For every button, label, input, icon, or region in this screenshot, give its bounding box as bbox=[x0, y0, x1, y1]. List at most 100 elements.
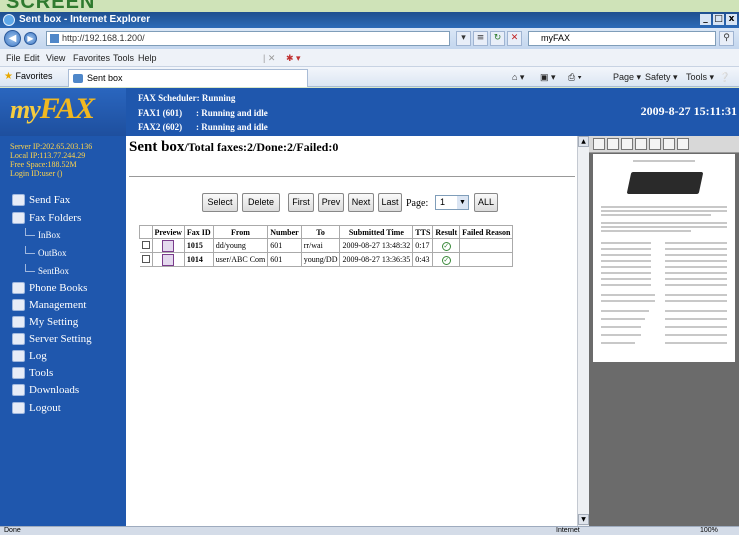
sidebar-item-fax-folders[interactable]: Fax Folders bbox=[0, 210, 126, 226]
column-header: Fax ID bbox=[183, 225, 214, 239]
preview-icon[interactable] bbox=[162, 253, 175, 266]
phone-book-icon bbox=[12, 282, 25, 294]
address-bar[interactable]: http://192.168.1.200/ bbox=[46, 31, 450, 46]
menu-help[interactable]: Help bbox=[138, 53, 157, 63]
menu-favorites[interactable]: Favorites bbox=[73, 53, 110, 63]
sidebar-item-my-setting[interactable]: My Setting bbox=[0, 314, 126, 330]
tools-menu[interactable]: Tools ▾ bbox=[686, 72, 714, 83]
maximize-button[interactable]: □ bbox=[713, 14, 724, 25]
safety-menu[interactable]: Safety ▾ bbox=[645, 72, 678, 83]
favorites-button[interactable]: ★ Favorites bbox=[4, 71, 53, 82]
zoom-icon[interactable] bbox=[649, 138, 661, 150]
stop-icon[interactable]: ✕ bbox=[507, 31, 522, 46]
addon-icon[interactable]: ✱ ▾ bbox=[286, 53, 301, 64]
preview-toolbar bbox=[589, 136, 739, 153]
home-icon[interactable]: ⌂ ▾ bbox=[512, 72, 524, 83]
hand-tool-icon[interactable] bbox=[663, 138, 675, 150]
sidebar-item-outbox[interactable]: OutBox bbox=[0, 246, 126, 260]
sidebar-item-management[interactable]: Management bbox=[0, 297, 126, 313]
menu-file[interactable]: File bbox=[6, 53, 21, 63]
sidebar-item-tools[interactable]: Tools bbox=[0, 365, 126, 381]
search-icon[interactable]: ⚲ bbox=[719, 31, 734, 46]
select-button[interactable]: Select bbox=[202, 193, 238, 212]
column-header-select bbox=[139, 225, 153, 239]
divider bbox=[129, 176, 575, 177]
prev-button[interactable]: Prev bbox=[318, 193, 344, 212]
sidebar-item-phone-books[interactable]: Phone Books bbox=[0, 280, 126, 296]
column-header: From bbox=[212, 225, 269, 239]
sidebar-item-server-setting[interactable]: Server Setting bbox=[0, 331, 126, 347]
paste-icon[interactable] bbox=[635, 138, 647, 150]
doc-line bbox=[601, 254, 651, 256]
doc-line bbox=[665, 284, 727, 286]
compatibility-icon[interactable]: ≡ bbox=[473, 31, 488, 46]
doc-line bbox=[601, 266, 651, 268]
first-button[interactable]: First bbox=[288, 193, 314, 212]
refresh-icon[interactable]: ↻ bbox=[490, 31, 505, 46]
page-menu[interactable]: Page ▾ bbox=[613, 72, 641, 83]
scroll-down-button[interactable]: ▼ bbox=[578, 514, 589, 525]
doc-line bbox=[665, 318, 727, 320]
help-icon[interactable]: ❔ bbox=[719, 72, 730, 83]
page-select[interactable]: 1 ▼ bbox=[435, 195, 469, 210]
doc-line bbox=[665, 294, 727, 296]
tree-connector bbox=[25, 228, 35, 236]
print-preview-icon[interactable] bbox=[593, 138, 605, 150]
menu-edit[interactable]: Edit bbox=[24, 53, 40, 63]
screen-banner: SCREEN bbox=[0, 0, 739, 12]
all-button[interactable]: ALL bbox=[474, 193, 498, 212]
feeds-icon[interactable]: ▣ ▾ bbox=[540, 72, 556, 83]
preview-cell bbox=[151, 252, 185, 267]
sidebar-item-label: Management bbox=[29, 299, 87, 311]
chevron-down-icon: ▼ bbox=[457, 196, 468, 209]
zoom-level[interactable]: 100% bbox=[700, 527, 718, 534]
myfax-logo: myFAX bbox=[0, 88, 126, 136]
status-header: FAX Scheduler: Running FAX1 (601) : Runn… bbox=[126, 88, 739, 136]
from-cell: user/ABC Com bbox=[212, 252, 269, 267]
next-button[interactable]: Next bbox=[348, 193, 374, 212]
send-fax-icon bbox=[12, 194, 25, 206]
preview-icon[interactable] bbox=[162, 239, 175, 252]
local-ip: Local IP:113.77.244.29 bbox=[10, 151, 86, 160]
scroll-up-button[interactable]: ▲ bbox=[578, 136, 589, 147]
row-checkbox[interactable] bbox=[141, 240, 150, 249]
print-icon[interactable]: ⎙ ▾ bbox=[568, 72, 581, 83]
rotate-icon[interactable] bbox=[677, 138, 689, 150]
sidebar-item-label: Tools bbox=[29, 367, 54, 379]
row-checkbox[interactable] bbox=[141, 254, 150, 263]
from-cell: dd/young bbox=[212, 238, 269, 253]
doc-line bbox=[665, 260, 727, 262]
main-scrollbar[interactable]: ▲ ▼ bbox=[577, 136, 589, 526]
last-button[interactable]: Last bbox=[378, 193, 402, 212]
server-clock: 2009-8-27 15:11:31 bbox=[640, 104, 737, 118]
logo-my: my bbox=[10, 95, 41, 124]
fax-preview-panel bbox=[589, 136, 739, 526]
copy-icon[interactable] bbox=[621, 138, 633, 150]
delete-button[interactable]: Delete bbox=[242, 193, 280, 212]
fax2-label: FAX2 (602) bbox=[138, 122, 183, 132]
address-dropdown-button[interactable]: ▾ bbox=[456, 31, 471, 46]
sidebar-item-downloads[interactable]: Downloads bbox=[0, 382, 126, 398]
sidebar-item-log[interactable]: Log bbox=[0, 348, 126, 364]
doc-line bbox=[665, 266, 727, 268]
sidebar-item-label: InBox bbox=[38, 230, 61, 240]
sidebar-item-send-fax[interactable]: Send Fax bbox=[0, 192, 126, 208]
save-icon[interactable] bbox=[607, 138, 619, 150]
sidebar-item-logout[interactable]: Logout bbox=[0, 400, 126, 416]
tab-sent-box[interactable]: Sent box bbox=[68, 69, 308, 87]
close-tab-icon[interactable]: | ✕ bbox=[263, 53, 275, 64]
forward-button[interactable]: ▶ bbox=[24, 32, 37, 45]
sidebar-item-sentbox[interactable]: SentBox bbox=[0, 264, 126, 278]
menu-view[interactable]: View bbox=[46, 53, 65, 63]
sidebar-item-inbox[interactable]: InBox bbox=[0, 228, 126, 242]
search-input[interactable]: myFAX bbox=[528, 31, 716, 46]
search-text: myFAX bbox=[541, 33, 571, 43]
sidebar-item-label: OutBox bbox=[38, 248, 67, 258]
close-button[interactable]: x bbox=[726, 14, 737, 25]
back-button[interactable]: ◀ bbox=[4, 30, 21, 47]
page-title-text: Sent box bbox=[129, 139, 185, 155]
menu-tools[interactable]: Tools bbox=[113, 53, 134, 63]
favorites-star-icon: ★ bbox=[4, 71, 13, 82]
doc-line bbox=[665, 300, 727, 302]
minimize-button[interactable]: _ bbox=[700, 14, 711, 25]
